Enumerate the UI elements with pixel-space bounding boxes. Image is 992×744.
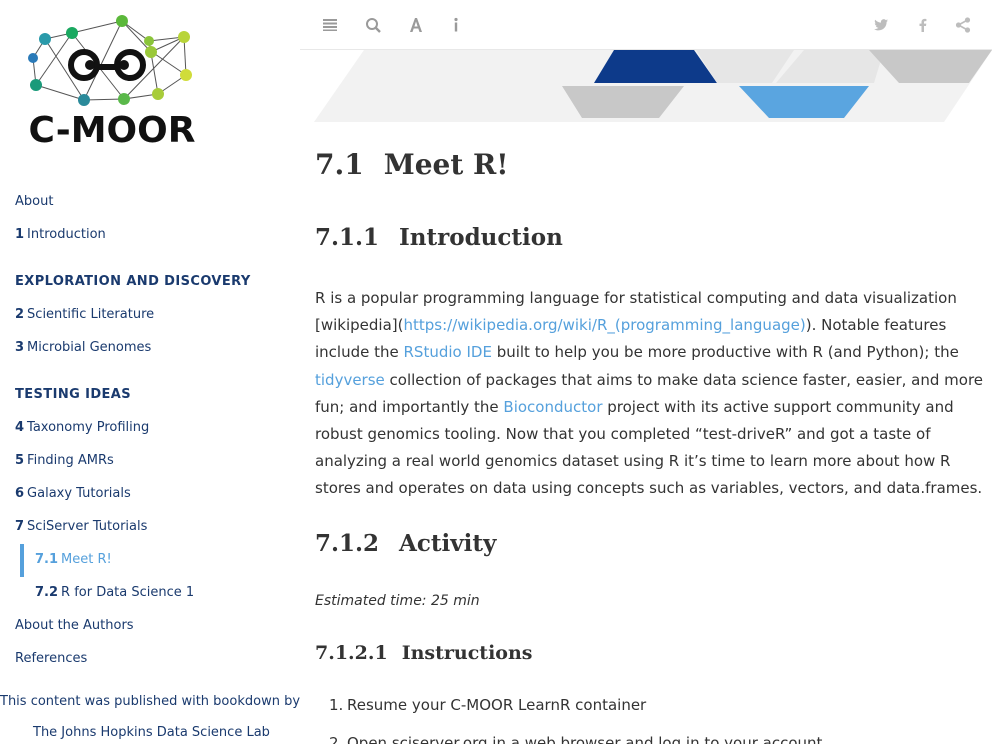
section-title: Meet R!: [383, 148, 509, 181]
nav-item-scientific-literature[interactable]: 2 Scientific Literature: [15, 303, 154, 327]
nav-item-microbial-genomes[interactable]: 3 Microbial Genomes: [15, 336, 151, 360]
nav-item-about-authors[interactable]: About the Authors: [15, 614, 134, 638]
nav-number: 7.1: [35, 552, 59, 567]
intro-paragraph: R is a popular programming language for …: [315, 285, 987, 503]
nav-item-meet-r[interactable]: 7.1 Meet R!: [35, 548, 112, 572]
activity-heading: 7.1.2 Activity: [315, 530, 496, 557]
nav-label: SciServer Tutorials: [27, 519, 148, 534]
facebook-icon[interactable]: [911, 13, 935, 37]
share-icon[interactable]: [951, 13, 975, 37]
nav-item-references[interactable]: References: [15, 647, 87, 671]
nav-number: 1: [15, 227, 25, 242]
text-fragment: built to help you be more productive wit…: [491, 343, 959, 362]
instructions-list: 1. Resume your C-MOOR LearnR container 2.…: [315, 693, 987, 744]
nav-label: Introduction: [27, 227, 106, 242]
list-number: 2.: [329, 734, 344, 744]
tidyverse-link[interactable]: tidyverse: [315, 371, 385, 389]
section-title: Introduction: [399, 224, 563, 251]
c-moor-logo[interactable]: C-MOOR: [14, 10, 210, 151]
twitter-icon[interactable]: [869, 13, 893, 37]
nav-label: About the Authors: [15, 618, 134, 633]
nav-number: 2: [15, 307, 25, 322]
intro-heading: 7.1.1 Introduction: [315, 224, 563, 251]
nav-item-taxonomy-profiling[interactable]: 4 Taxonomy Profiling: [15, 416, 149, 440]
active-indicator: [20, 544, 24, 577]
search-icon[interactable]: [361, 13, 385, 37]
sidebar: C-MOOR About 1 Introduction EXPLORATION A…: [0, 0, 300, 744]
nav-label: R for Data Science 1: [61, 585, 195, 600]
nav-label: About: [15, 194, 54, 209]
nav-label: Microbial Genomes: [27, 340, 152, 355]
nav-number: 7.2: [35, 585, 59, 600]
info-icon[interactable]: [444, 13, 468, 37]
nav-part-testing-ideas: TESTING IDEAS: [15, 387, 132, 402]
section-number: 7.1.2.1: [315, 642, 388, 664]
nav-item-sciserver-tutorials[interactable]: 7 SciServer Tutorials: [15, 515, 147, 539]
nav-label: Scientific Literature: [27, 307, 155, 322]
section-number: 7.1.2: [315, 530, 380, 557]
nav-item-r-for-data-science[interactable]: 7.2 R for Data Science 1: [35, 581, 194, 605]
nav-number: 5: [15, 453, 25, 468]
published-by-text[interactable]: This content was published with bookdown…: [0, 694, 300, 709]
list-text: Open sciserver.org in a web browser and …: [347, 734, 823, 744]
rstudio-link[interactable]: RStudio IDE: [404, 343, 492, 361]
nav-number: 7: [15, 519, 25, 534]
estimated-time: Estimated time: 25 min: [315, 593, 480, 609]
nav-item-galaxy-tutorials[interactable]: 6 Galaxy Tutorials: [15, 482, 131, 506]
nav-number: 4: [15, 420, 25, 435]
section-title: Activity: [399, 530, 497, 557]
nav-label: Galaxy Tutorials: [27, 486, 131, 501]
list-number: 1.: [329, 696, 344, 714]
section-number: 7.1.1: [315, 224, 380, 251]
nav-number: 6: [15, 486, 25, 501]
book-toolbar: [300, 0, 992, 50]
nav-label: Finding AMRs: [27, 453, 114, 468]
section-title: Instructions: [401, 642, 533, 664]
logo-text: C-MOOR: [29, 110, 196, 150]
instructions-heading: 7.1.2.1 Instructions: [315, 642, 532, 664]
nav-label: References: [15, 651, 88, 666]
nav-item-about[interactable]: About: [15, 190, 53, 214]
list-text: Resume your C-MOOR LearnR container: [347, 696, 647, 714]
font-icon[interactable]: [404, 13, 428, 37]
nav-number: 3: [15, 340, 25, 355]
nav-item-finding-amrs[interactable]: 5 Finding AMRs: [15, 449, 114, 473]
list-item: 2. Open sciserver.org in a web browser an…: [315, 731, 987, 744]
section-number: 7.1: [315, 148, 364, 181]
page-title: 7.1 Meet R!: [315, 148, 509, 181]
wikipedia-link[interactable]: https://wikipedia.org/wiki/R_(programmin…: [403, 316, 805, 334]
nav-label: Meet R!: [61, 552, 112, 567]
header-banner: [314, 50, 992, 122]
nav-item-introduction[interactable]: 1 Introduction: [15, 223, 106, 247]
list-item: 1. Resume your C-MOOR LearnR container: [315, 693, 987, 717]
publisher-link[interactable]: The Johns Hopkins Data Science Lab: [33, 725, 270, 740]
menu-icon[interactable]: [318, 13, 342, 37]
nav-part-exploration: EXPLORATION AND DISCOVERY: [15, 274, 251, 289]
bioconductor-link[interactable]: Bioconductor: [503, 398, 602, 416]
nav-label: Taxonomy Profiling: [27, 420, 150, 435]
